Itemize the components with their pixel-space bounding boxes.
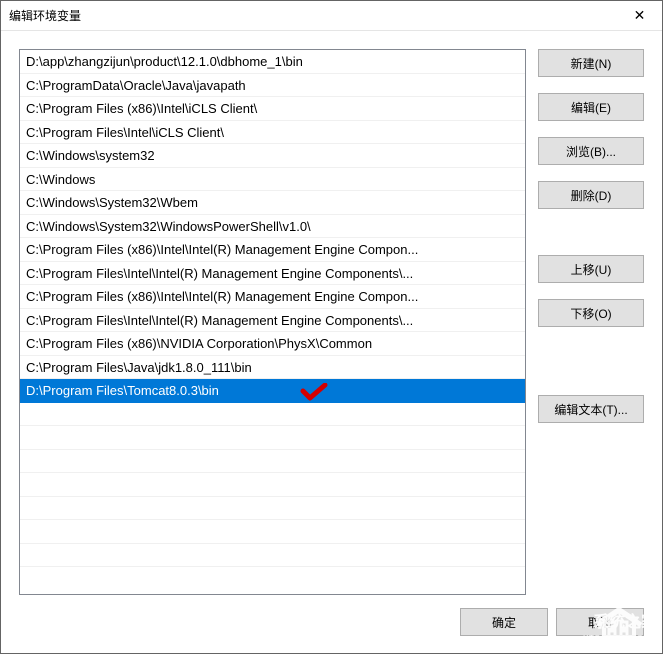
list-item[interactable]: C:\Program Files\Intel\iCLS Client\ — [20, 121, 525, 145]
list-item[interactable]: C:\Program Files (x86)\Intel\Intel(R) Ma… — [20, 285, 525, 309]
checkmark-icon — [300, 383, 328, 401]
list-item[interactable]: C:\Windows\System32\WindowsPowerShell\v1… — [20, 215, 525, 239]
watermark-text: 系统之家 — [593, 612, 658, 631]
edit-text-button[interactable]: 编辑文本(T)... — [538, 395, 644, 423]
list-item-empty — [20, 473, 525, 497]
list-item[interactable]: C:\Program Files\Intel\Intel(R) Manageme… — [20, 309, 525, 333]
move-up-button[interactable]: 上移(U) — [538, 255, 644, 283]
list-item[interactable]: D:\app\zhangzijun\product\12.1.0\dbhome_… — [20, 50, 525, 74]
main-row: D:\app\zhangzijun\product\12.1.0\dbhome_… — [19, 49, 644, 595]
list-item[interactable]: C:\Windows\System32\Wbem — [20, 191, 525, 215]
close-button[interactable]: ✕ — [617, 1, 662, 31]
side-buttons: 新建(N) 编辑(E) 浏览(B)... 删除(D) 上移(U) 下移(O) 编… — [538, 49, 644, 595]
close-icon: ✕ — [634, 7, 646, 24]
path-listbox[interactable]: D:\app\zhangzijun\product\12.1.0\dbhome_… — [19, 49, 526, 595]
dialog-content: D:\app\zhangzijun\product\12.1.0\dbhome_… — [1, 31, 662, 653]
list-item[interactable]: C:\Program Files (x86)\Intel\iCLS Client… — [20, 97, 525, 121]
list-item-empty — [20, 544, 525, 568]
browse-button[interactable]: 浏览(B)... — [538, 137, 644, 165]
list-item-empty — [20, 426, 525, 450]
delete-button[interactable]: 删除(D) — [538, 181, 644, 209]
new-button[interactable]: 新建(N) — [538, 49, 644, 77]
list-item[interactable]: C:\Windows\system32 — [20, 144, 525, 168]
list-item[interactable]: C:\Windows — [20, 168, 525, 192]
list-item-empty — [20, 450, 525, 474]
list-item[interactable]: C:\Program Files (x86)\NVIDIA Corporatio… — [20, 332, 525, 356]
list-item[interactable]: D:\Program Files\Tomcat8.0.3\bin — [20, 379, 525, 403]
watermark: 系统之家 XTOSZHIJIA.COM — [509, 597, 659, 650]
list-item-empty — [20, 520, 525, 544]
edit-button[interactable]: 编辑(E) — [538, 93, 644, 121]
window-title: 编辑环境变量 — [9, 7, 617, 24]
list-item[interactable]: C:\Program Files (x86)\Intel\Intel(R) Ma… — [20, 238, 525, 262]
move-down-button[interactable]: 下移(O) — [538, 299, 644, 327]
list-item[interactable]: C:\Program Files\Intel\Intel(R) Manageme… — [20, 262, 525, 286]
watermark-url: XTOSZHIJIA.COM — [583, 634, 657, 643]
list-item[interactable]: C:\ProgramData\Oracle\Java\javapath — [20, 74, 525, 98]
list-item[interactable]: C:\Program Files\Java\jdk1.8.0_111\bin — [20, 356, 525, 380]
list-item-empty — [20, 497, 525, 521]
titlebar: 编辑环境变量 ✕ — [1, 1, 662, 31]
list-item-empty — [20, 403, 525, 427]
